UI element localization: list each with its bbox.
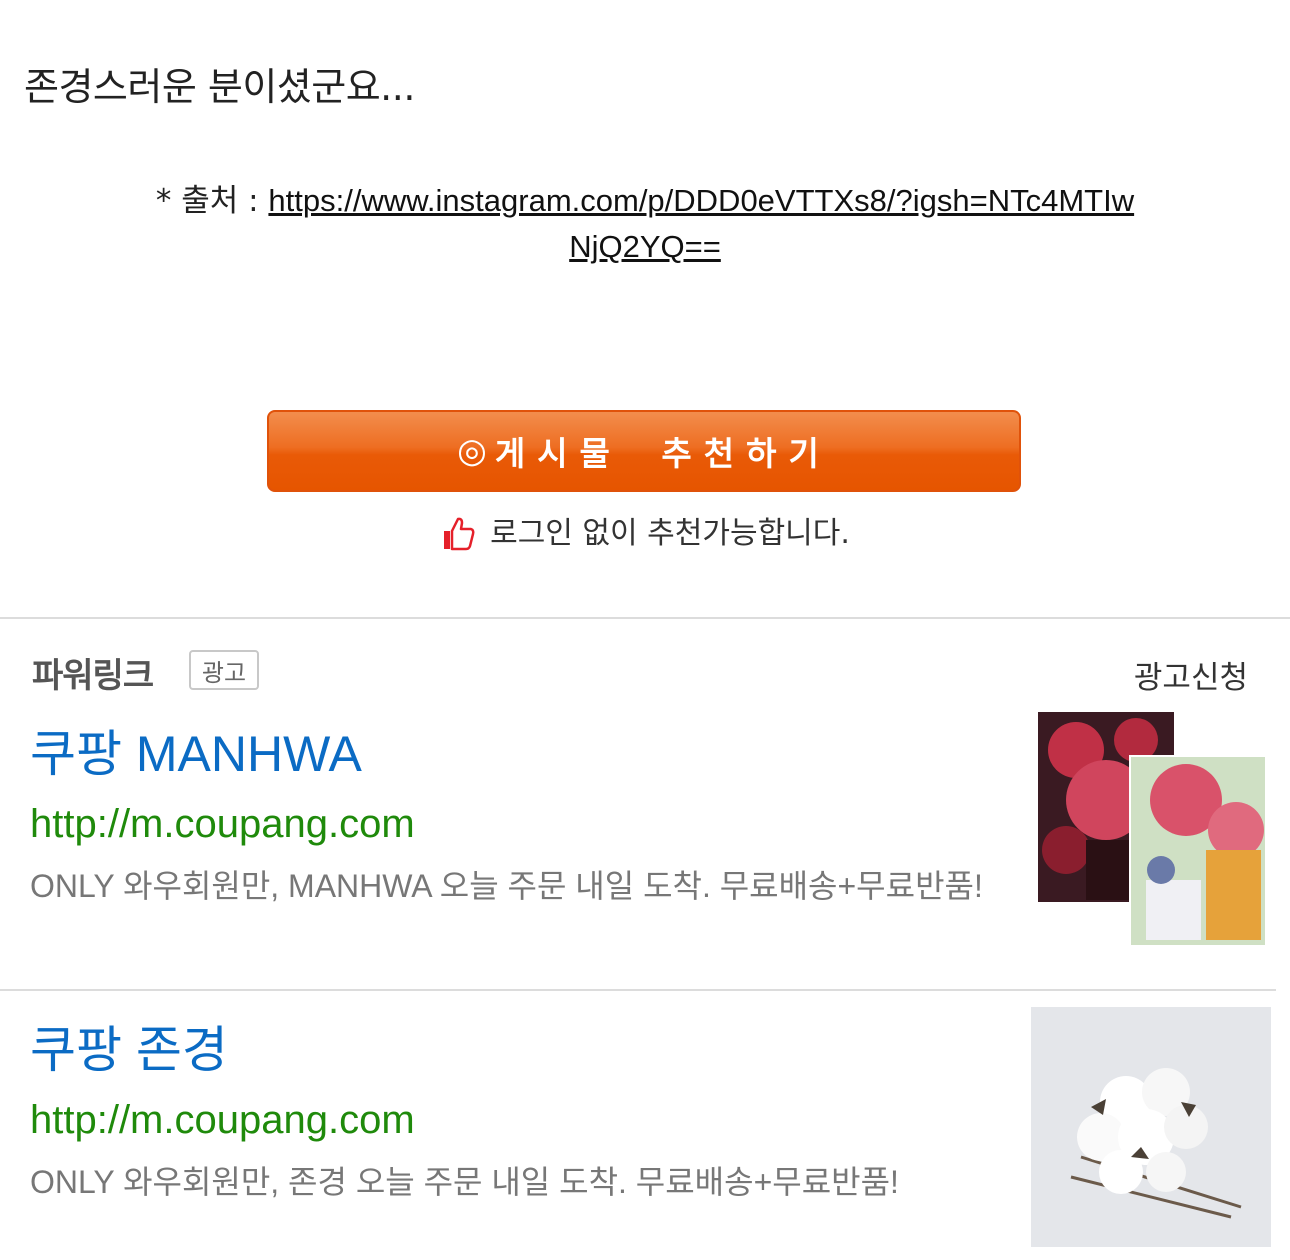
source-line: * 출처 : https://www.instagram.com/p/DDD0e…	[0, 178, 1290, 270]
ad-item[interactable]: 쿠팡 존경 http://m.coupang.com ONLY 와우회원만, 존…	[0, 996, 1290, 1260]
ad-title[interactable]: 쿠팡 MANHWA	[30, 714, 362, 786]
ad-url[interactable]: http://m.coupang.com	[30, 802, 415, 847]
ad-divider	[0, 989, 1276, 991]
ad-title[interactable]: 쿠팡 존경	[30, 1010, 228, 1082]
recommend-button-label: 게시물 추천하기	[494, 434, 831, 473]
source-label: * 출처 :	[155, 183, 269, 219]
section-divider	[0, 617, 1290, 619]
ad-apply-link[interactable]: 광고신청	[1134, 652, 1248, 697]
source-link[interactable]: https://www.instagram.com/p/DDD0eVTTXs8/…	[268, 183, 1134, 264]
ad-thumbnail-cotton[interactable]	[1031, 1007, 1271, 1247]
powerlink-title: 파워링크	[32, 656, 154, 696]
thumbs-up-icon	[444, 517, 475, 551]
target-icon: ◎	[457, 431, 487, 471]
ad-url[interactable]: http://m.coupang.com	[30, 1098, 415, 1143]
post-text: 존경스러운 분이셨군요...	[24, 65, 415, 109]
ad-item[interactable]: 쿠팡 MANHWA http://m.coupang.com ONLY 와우회원…	[0, 700, 1290, 980]
ad-description: ONLY 와우회원만, 존경 오늘 주문 내일 도착. 무료배송+무료반품!	[30, 1164, 899, 1200]
ad-badge: 광고	[189, 650, 259, 690]
ad-thumbnail-manhwa[interactable]	[1036, 710, 1268, 950]
ad-description: ONLY 와우회원만, MANHWA 오늘 주문 내일 도착. 무료배송+무료반…	[30, 868, 983, 904]
nologin-text: 로그인 없이 추천가능합니다.	[490, 516, 850, 551]
recommend-button[interactable]: ◎ 게시물 추천하기	[267, 410, 1021, 492]
nologin-notice: 로그인 없이 추천가능합니다.	[0, 508, 1290, 552]
